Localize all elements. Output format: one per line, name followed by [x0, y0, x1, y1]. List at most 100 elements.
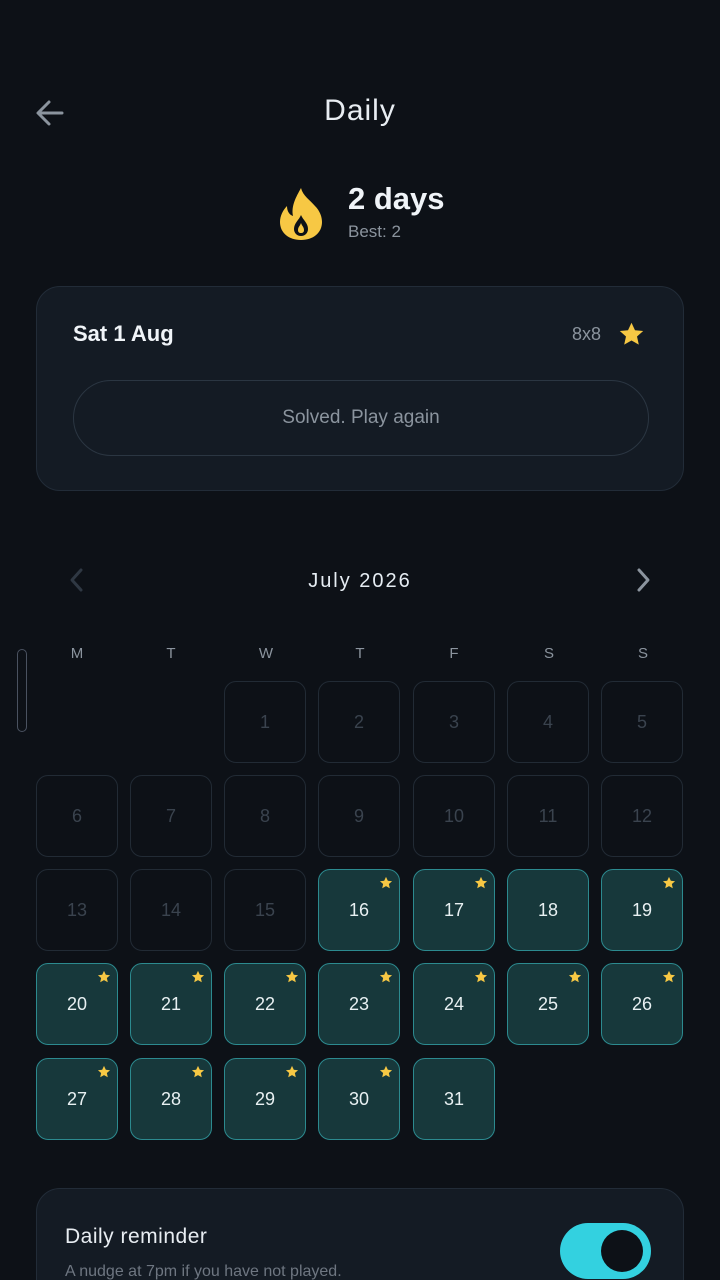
calendar-day-26[interactable]: 26	[601, 963, 683, 1045]
star-icon	[285, 1065, 299, 1078]
streak-summary: 2 days Best: 2	[276, 180, 445, 250]
weekday-label: T	[166, 645, 176, 662]
day-number: 10	[443, 805, 465, 826]
calendar-day-22[interactable]: 22	[224, 963, 306, 1045]
day-number: 28	[160, 1088, 182, 1109]
calendar-day-8: 8	[224, 775, 306, 857]
calendar-day-2: 2	[318, 681, 400, 763]
month-title: July 2026	[308, 570, 412, 592]
calendar-day-25[interactable]: 25	[507, 963, 589, 1045]
day-number: 14	[160, 899, 182, 920]
day-number: 19	[631, 899, 653, 920]
weekday-label: S	[637, 645, 648, 662]
star-icon	[474, 970, 488, 983]
calendar-day-24[interactable]: 24	[413, 963, 495, 1045]
streak-best: Best: 2	[348, 222, 401, 241]
day-number: 1	[259, 711, 270, 732]
day-number: 20	[66, 993, 88, 1014]
day-number: 2	[353, 711, 364, 732]
day-number: 7	[165, 805, 176, 826]
calendar-day-14: 14	[130, 869, 212, 951]
calendar-day-4: 4	[507, 681, 589, 763]
star-icon	[474, 876, 488, 889]
calendar-day-18[interactable]: 18	[507, 869, 589, 951]
day-number: 30	[348, 1088, 370, 1109]
day-number: 17	[443, 899, 465, 920]
calendar-day-1: 1	[224, 681, 306, 763]
day-number: 23	[348, 993, 370, 1014]
day-number: 15	[254, 899, 276, 920]
calendar-day-17[interactable]: 17	[413, 869, 495, 951]
play-again-button[interactable]: Solved. Play again	[73, 380, 649, 456]
day-number: 24	[443, 993, 465, 1014]
star-icon	[285, 970, 299, 983]
calendar-day-13: 13	[36, 869, 118, 951]
calendar-day-5: 5	[601, 681, 683, 763]
grid-size-label: 8x8	[571, 324, 601, 344]
star-icon	[568, 970, 582, 983]
calendar-day-19[interactable]: 19	[601, 869, 683, 951]
toggle-knob	[601, 1230, 643, 1272]
weekday-label: S	[543, 645, 554, 662]
flame-icon	[280, 188, 322, 240]
star-icon	[379, 970, 393, 983]
calendar-day-9: 9	[318, 775, 400, 857]
star-icon	[97, 970, 111, 983]
daily-screen: Daily 2 days Best: 2 Sat 1 Aug 8x8 Solve…	[0, 0, 720, 1280]
calendar-day-27[interactable]: 27	[36, 1058, 118, 1140]
day-number: 16	[348, 899, 370, 920]
day-number: 13	[66, 899, 88, 920]
star-icon	[97, 1065, 111, 1078]
reminder-title: Daily reminder	[65, 1225, 208, 1248]
scroll-indicator[interactable]	[17, 649, 27, 732]
calendar-day-31[interactable]: 31	[413, 1058, 495, 1140]
streak-count: 2 days	[348, 181, 445, 216]
calendar-day-16[interactable]: 16	[318, 869, 400, 951]
weekday-label: M	[70, 645, 84, 662]
day-number: 8	[259, 805, 270, 826]
reminder-card: Daily reminder A nudge at 7pm if you hav…	[36, 1188, 684, 1280]
day-number: 18	[537, 899, 559, 920]
day-number: 6	[71, 805, 82, 826]
day-number: 25	[537, 993, 559, 1014]
day-number: 21	[160, 993, 182, 1014]
day-number: 9	[353, 805, 364, 826]
calendar-day-30[interactable]: 30	[318, 1058, 400, 1140]
today-puzzle-card: Sat 1 Aug 8x8 Solved. Play again	[36, 286, 684, 491]
day-number: 29	[254, 1088, 276, 1109]
today-date: Sat 1 Aug	[73, 321, 174, 346]
star-icon	[379, 1065, 393, 1078]
weekday-label: T	[355, 645, 365, 662]
calendar-day-29[interactable]: 29	[224, 1058, 306, 1140]
weekday-label: F	[449, 645, 459, 662]
day-number: 27	[66, 1088, 88, 1109]
reminder-subtitle: A nudge at 7pm if you have not played.	[65, 1263, 342, 1280]
star-icon	[662, 876, 676, 889]
star-icon	[191, 970, 205, 983]
calendar-day-12: 12	[601, 775, 683, 857]
day-number: 12	[631, 805, 653, 826]
calendar-day-10: 10	[413, 775, 495, 857]
day-number: 5	[636, 711, 647, 732]
calendar-day-28[interactable]: 28	[130, 1058, 212, 1140]
calendar-day-6: 6	[36, 775, 118, 857]
star-icon	[191, 1065, 205, 1078]
chevron-right-icon[interactable]	[628, 565, 658, 595]
weekday-label: W	[258, 645, 274, 662]
star-icon	[662, 970, 676, 983]
calendar-day-7: 7	[130, 775, 212, 857]
page-title: Daily	[324, 94, 396, 127]
day-number: 11	[538, 805, 558, 826]
star-icon	[379, 876, 393, 889]
day-number: 22	[254, 993, 276, 1014]
day-number: 4	[542, 711, 553, 732]
calendar-day-11: 11	[507, 775, 589, 857]
day-number: 26	[631, 993, 653, 1014]
reminder-toggle[interactable]	[560, 1223, 651, 1279]
calendar-day-21[interactable]: 21	[130, 963, 212, 1045]
star-icon	[619, 322, 644, 345]
calendar-day-20[interactable]: 20	[36, 963, 118, 1045]
calendar-day-23[interactable]: 23	[318, 963, 400, 1045]
day-number: 31	[443, 1088, 465, 1109]
calendar-day-3: 3	[413, 681, 495, 763]
